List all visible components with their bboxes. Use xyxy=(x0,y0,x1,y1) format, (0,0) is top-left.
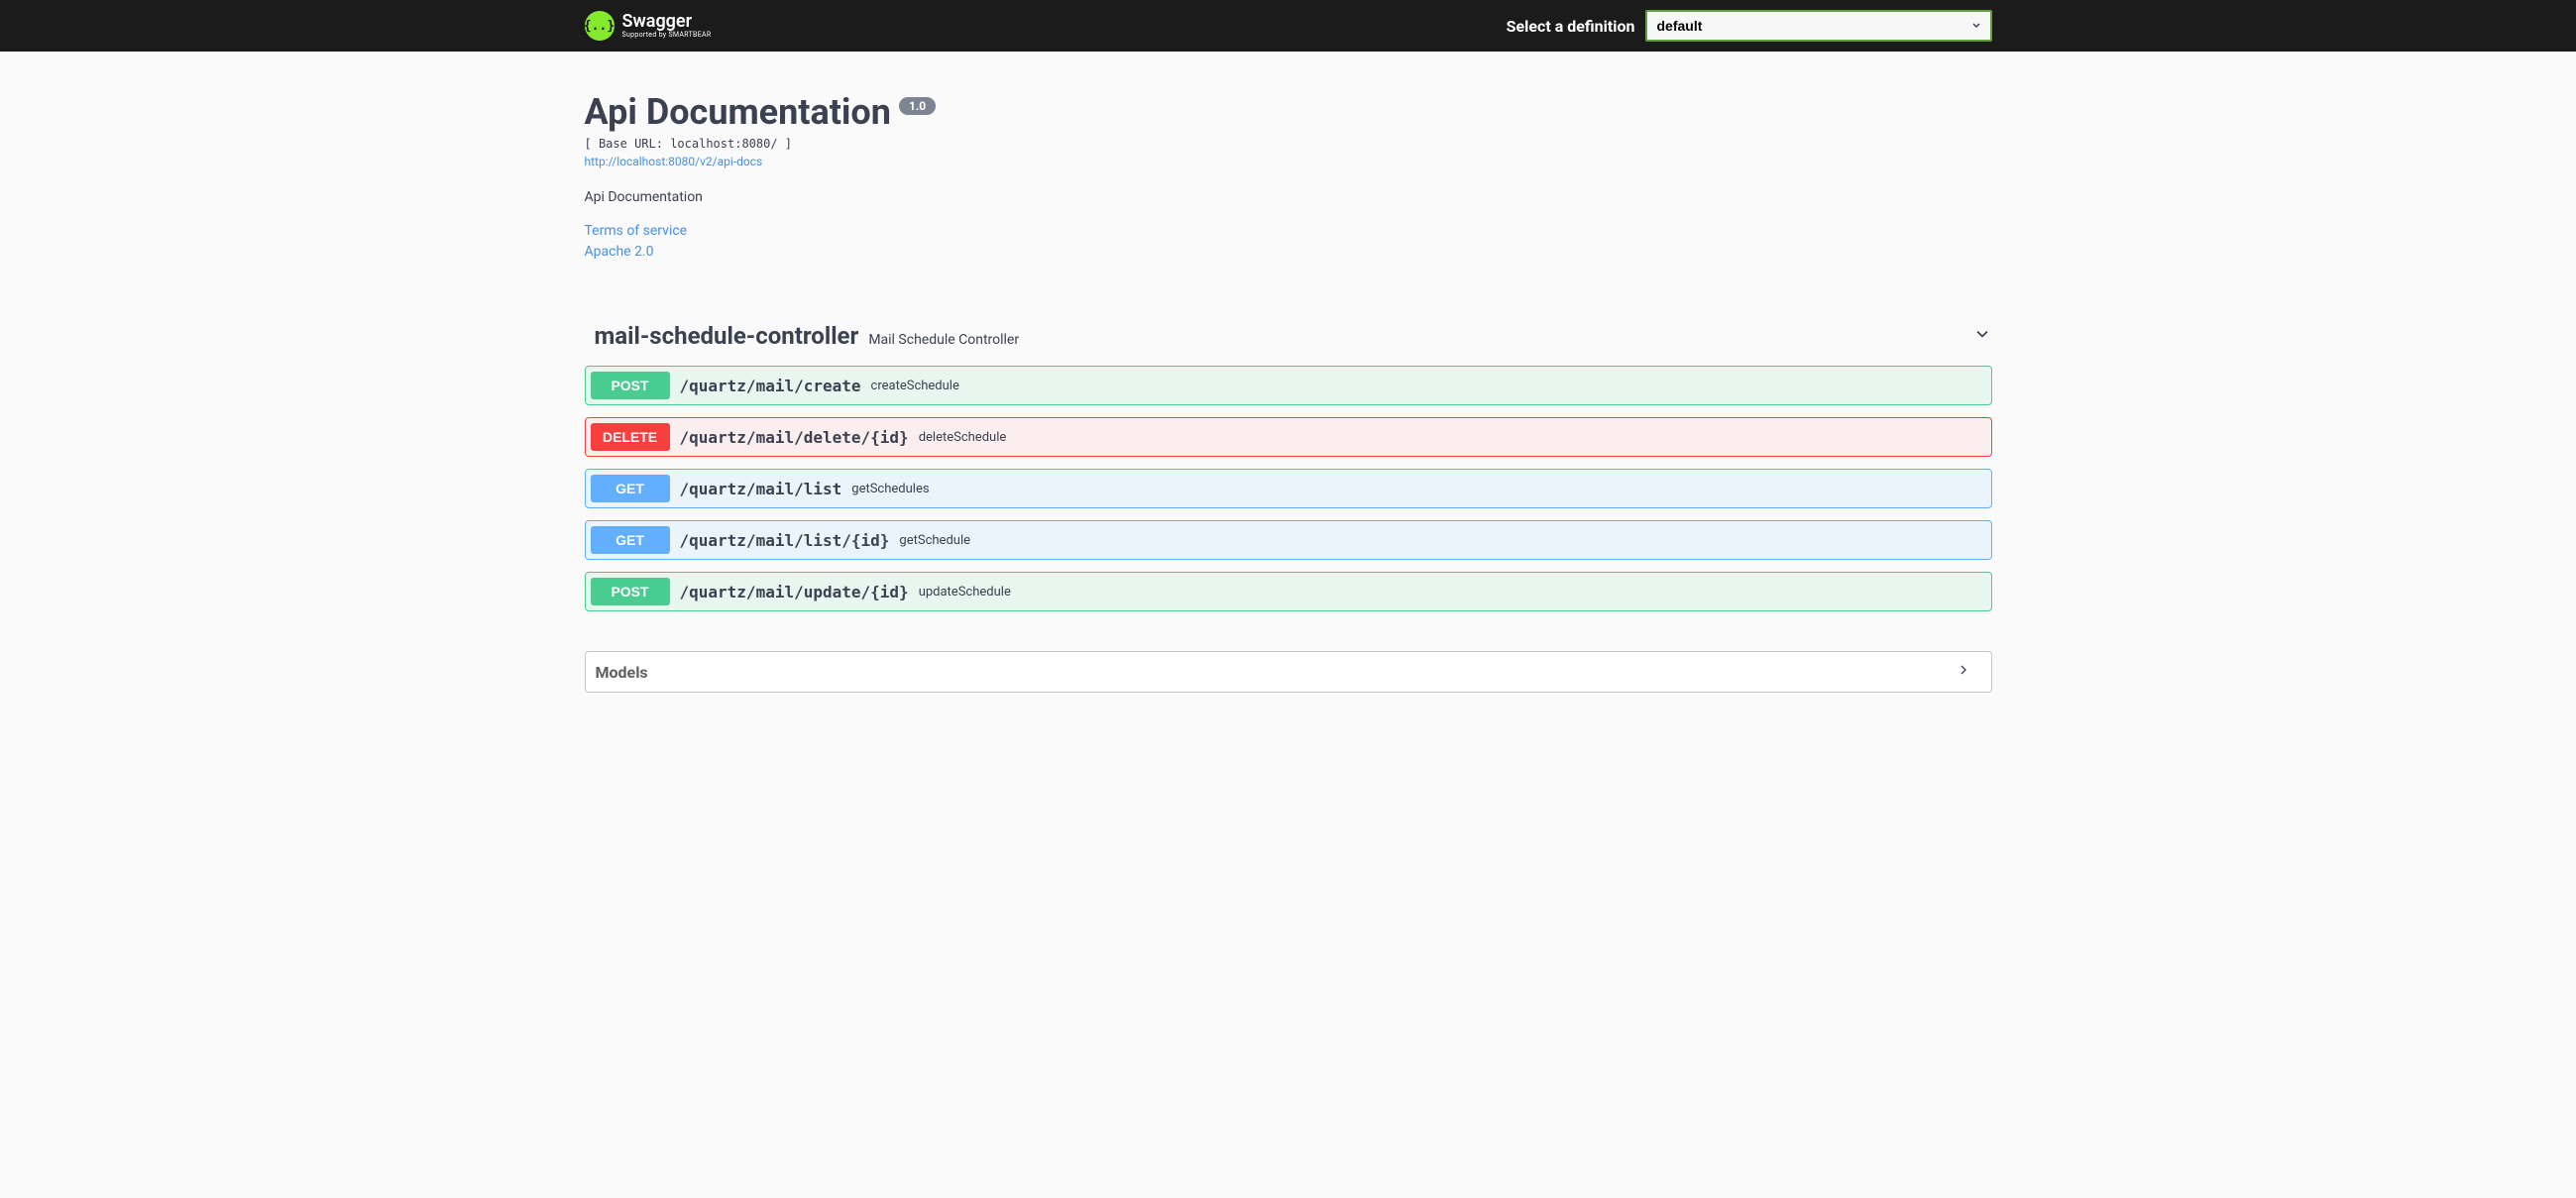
tag-header[interactable]: mail-schedule-controller Mail Schedule C… xyxy=(585,312,1992,360)
method-badge: POST xyxy=(591,372,670,399)
operation-path: /quartz/mail/list xyxy=(680,480,842,498)
definition-select[interactable]: default xyxy=(1645,10,1992,42)
definition-label: Select a definition xyxy=(1507,17,1635,36)
brand-sub: Supported by SMARTBEAR xyxy=(622,31,712,39)
definition-select-wrap: default xyxy=(1645,10,1992,42)
tag-section: mail-schedule-controller Mail Schedule C… xyxy=(585,312,1992,611)
operation-row[interactable]: POST/quartz/mail/create createSchedule xyxy=(585,366,1992,405)
models-header[interactable]: Models xyxy=(586,652,1991,692)
operation-summary: updateSchedule xyxy=(919,585,1011,599)
operation-row[interactable]: DELETE/quartz/mail/delete/{id} deleteSche… xyxy=(585,417,1992,457)
logo[interactable]: {..} Swagger Supported by SMARTBEAR xyxy=(585,11,712,41)
tag-name: mail-schedule-controller xyxy=(595,322,859,350)
chevron-down-icon xyxy=(1972,324,1992,348)
operation-summary: deleteSchedule xyxy=(919,430,1007,445)
info-section: Api Documentation 1.0 [ Base URL: localh… xyxy=(585,91,1992,263)
info-links: Terms of service Apache 2.0 xyxy=(585,221,1992,263)
operation-row[interactable]: GET/quartz/mail/list getSchedules xyxy=(585,469,1992,508)
models-title: Models xyxy=(596,663,648,682)
method-badge: POST xyxy=(591,578,670,605)
api-description: Api Documentation xyxy=(585,189,1992,205)
operations-list: POST/quartz/mail/create createSchedule DEL… xyxy=(585,366,1992,611)
method-badge: DELETE xyxy=(591,423,670,451)
chevron-right-icon xyxy=(1956,662,1971,682)
topbar: {..} Swagger Supported by SMARTBEAR Sele… xyxy=(0,0,2576,52)
base-url: [ Base URL: localhost:8080/ ] xyxy=(585,137,1992,151)
info-title-row: Api Documentation 1.0 xyxy=(585,91,1992,133)
topbar-inner: {..} Swagger Supported by SMARTBEAR Sele… xyxy=(565,10,2012,42)
operation-summary: getSchedule xyxy=(899,533,970,548)
models-section: Models xyxy=(585,651,1992,693)
operation-path: /quartz/mail/create xyxy=(680,377,861,395)
tag-description: Mail Schedule Controller xyxy=(868,332,1019,348)
license-link[interactable]: Apache 2.0 xyxy=(585,242,1992,263)
terms-link[interactable]: Terms of service xyxy=(585,221,1992,242)
version-badge: 1.0 xyxy=(899,97,936,115)
definition-selector-wrap: Select a definition default xyxy=(1507,10,1992,42)
logo-text-wrap: Swagger Supported by SMARTBEAR xyxy=(622,13,712,39)
tag-header-left: mail-schedule-controller Mail Schedule C… xyxy=(595,322,1020,350)
brand-name: Swagger xyxy=(622,13,712,31)
operation-path: /quartz/mail/update/{id} xyxy=(680,583,909,601)
operation-row[interactable]: POST/quartz/mail/update/{id} updateSchedu… xyxy=(585,572,1992,611)
operation-path: /quartz/mail/delete/{id} xyxy=(680,428,909,447)
operation-row[interactable]: GET/quartz/mail/list/{id} getSchedule xyxy=(585,520,1992,560)
operation-summary: getSchedules xyxy=(851,482,929,496)
operation-path: /quartz/mail/list/{id} xyxy=(680,531,890,550)
swagger-icon: {..} xyxy=(585,11,615,41)
main-container: Api Documentation 1.0 [ Base URL: localh… xyxy=(565,52,2012,732)
method-badge: GET xyxy=(591,526,670,554)
method-badge: GET xyxy=(591,475,670,502)
api-title: Api Documentation xyxy=(585,91,891,133)
operation-summary: createSchedule xyxy=(871,379,959,393)
api-docs-link[interactable]: http://localhost:8080/v2/api-docs xyxy=(585,155,763,168)
